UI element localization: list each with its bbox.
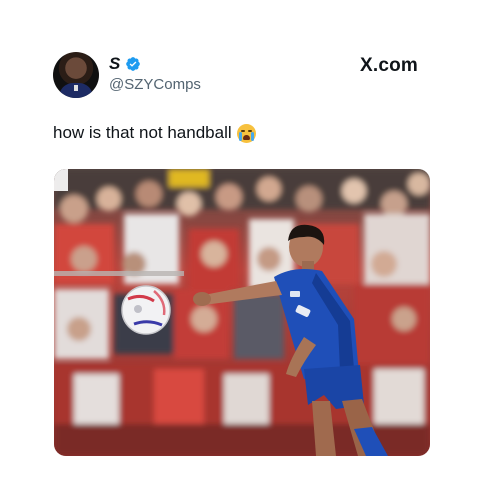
football <box>121 285 171 335</box>
verified-badge-icon <box>126 57 141 71</box>
loudly-crying-face-emoji-icon <box>236 123 256 143</box>
tweet-text: how is that not handball <box>53 123 232 142</box>
avatar-shirt <box>59 83 93 98</box>
tweet-media-video[interactable] <box>54 169 430 456</box>
display-name[interactable]: S <box>109 54 120 74</box>
brand-label: X.com <box>360 55 419 76</box>
author-name-row: S <box>109 54 141 74</box>
author-handle[interactable]: @SZYComps <box>109 76 201 94</box>
avatar[interactable] <box>53 52 99 98</box>
broadcast-corner <box>54 169 68 191</box>
video-frame-image <box>54 169 430 456</box>
tweet-text-row: how is that not handball <box>53 123 256 143</box>
stadium-rail <box>54 271 184 276</box>
